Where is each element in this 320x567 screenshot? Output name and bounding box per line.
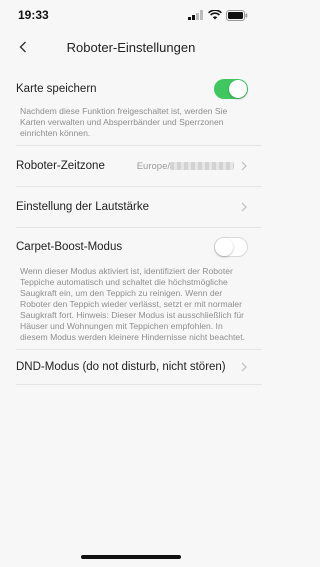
- chevron-right-icon: [241, 202, 247, 212]
- toggle-knob: [215, 238, 233, 256]
- status-icons: [188, 9, 248, 21]
- battery-icon: [226, 9, 248, 21]
- lautstaerke-row[interactable]: Einstellung der Lautstärke: [0, 187, 262, 227]
- carpet-boost-row: Carpet-Boost-Modus: [0, 228, 262, 266]
- wifi-icon: [208, 10, 222, 20]
- lautstaerke-label: Einstellung der Lautstärke: [16, 201, 149, 213]
- karte-speichern-description: Nachdem diese Funktion freigeschaltet is…: [20, 106, 228, 138]
- chevron-left-icon: [19, 41, 26, 53]
- back-button[interactable]: [12, 36, 34, 58]
- home-indicator: [81, 555, 181, 559]
- carpet-boost-label: Carpet-Boost-Modus: [16, 241, 123, 253]
- dnd-mode-row[interactable]: DND-Modus (do not disturb, nicht stören): [0, 350, 262, 384]
- roboter-zeitzone-value: Europe/: [137, 161, 234, 172]
- status-bar: 19:33: [0, 0, 262, 30]
- divider: [16, 384, 262, 385]
- dnd-mode-label: DND-Modus (do not disturb, nicht stören): [16, 361, 226, 373]
- chevron-right-icon: [241, 362, 247, 372]
- status-time: 19:33: [18, 8, 49, 22]
- roboter-zeitzone-row[interactable]: Roboter-Zeitzone Europe/: [0, 146, 262, 186]
- karte-speichern-label: Karte speichern: [16, 83, 97, 95]
- karte-speichern-row: Karte speichern: [0, 72, 262, 106]
- karte-speichern-toggle[interactable]: [214, 79, 248, 99]
- signal-icon: [188, 10, 203, 20]
- carpet-boost-description: Wenn dieser Modus aktiviert ist, identif…: [20, 266, 245, 342]
- roboter-zeitzone-label: Roboter-Zeitzone: [16, 160, 105, 172]
- page-title: Roboter-Einstellungen: [66, 39, 196, 55]
- redacted-blur: [170, 161, 234, 170]
- nav-bar: Roboter-Einstellungen: [0, 30, 262, 64]
- toggle-knob: [229, 80, 247, 98]
- chevron-right-icon: [241, 161, 247, 171]
- carpet-boost-toggle[interactable]: [214, 237, 248, 257]
